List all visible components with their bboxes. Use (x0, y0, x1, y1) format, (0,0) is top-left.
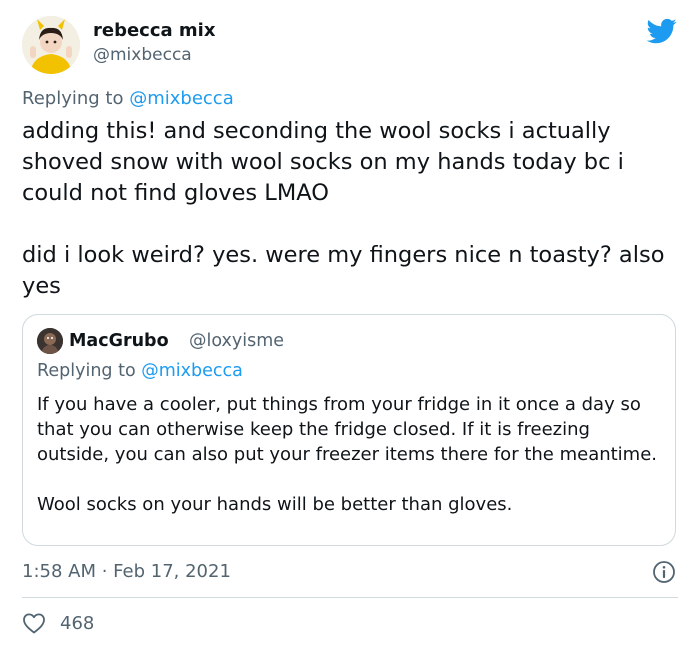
author-avatar[interactable] (22, 16, 80, 74)
quoted-author-handle[interactable]: @loxyisme (189, 331, 284, 351)
quoted-replying-to: Replying to @mixbecca (37, 361, 243, 381)
quoted-replying-to-handle-link[interactable]: @mixbecca (141, 361, 243, 381)
like-count: 468 (60, 612, 95, 634)
author-handle[interactable]: @mixbecca (93, 45, 192, 65)
info-icon[interactable] (652, 560, 676, 584)
replying-to-handle-link[interactable]: @mixbecca (129, 88, 234, 109)
twitter-logo-icon[interactable] (645, 16, 679, 46)
quoted-author-avatar[interactable] (37, 328, 63, 354)
like-action[interactable]: 468 (22, 612, 94, 634)
tweet-text: adding this! and seconding the wool sock… (22, 118, 665, 299)
quoted-replying-to-label: Replying to (37, 361, 136, 381)
quoted-tweet-text: If you have a cooler, put things from yo… (37, 394, 658, 515)
replying-to-label: Replying to (22, 88, 124, 109)
quoted-tweet-card[interactable]: MacGrubo @loxyisme Replying to @mixbecca… (22, 314, 676, 546)
tweet-timestamp[interactable]: 1:58 AM · Feb 17, 2021 (22, 561, 231, 582)
heart-icon[interactable] (22, 612, 46, 634)
author-name[interactable]: rebecca mix (93, 20, 215, 41)
divider (22, 597, 678, 598)
quoted-author-name[interactable]: MacGrubo (69, 331, 169, 351)
replying-to: Replying to @mixbecca (22, 88, 234, 109)
